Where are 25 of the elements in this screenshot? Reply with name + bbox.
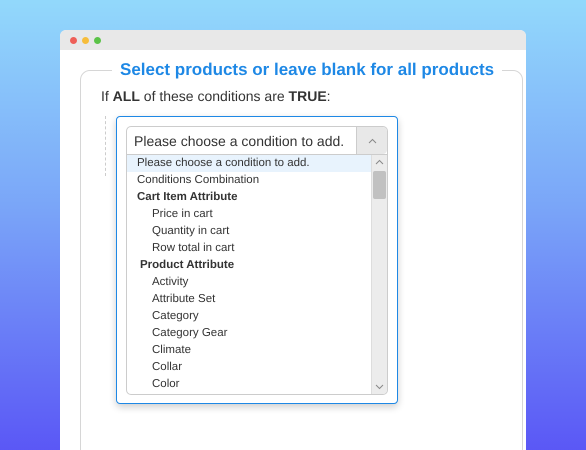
section-title: Select products or leave blank for all products [119, 60, 496, 80]
dropdown-option[interactable]: Quantity in cart [127, 223, 371, 240]
dropdown-option[interactable]: Please choose a condition to add. [127, 155, 371, 172]
option-group-label: Product Attribute [139, 258, 236, 273]
dropdown-option[interactable]: Collar [127, 359, 371, 376]
chevron-down-icon [375, 384, 384, 390]
minimize-dot-icon[interactable] [82, 36, 89, 44]
dropdown-option[interactable]: Activity [127, 274, 371, 291]
rule-text: If ALL of these conditions are TRUE: [101, 88, 332, 104]
dropdown-option[interactable]: Climate [127, 342, 371, 359]
scrollbar-thumb[interactable] [373, 171, 386, 199]
close-dot-icon[interactable] [70, 36, 77, 44]
dropdown-option[interactable]: Price in cart [127, 206, 371, 223]
option-group-label: Cart Item Attribute [136, 190, 239, 205]
scrollbar[interactable] [371, 155, 387, 394]
dropdown-option[interactable]: Category Gear [127, 325, 371, 342]
dropdown-option[interactable]: Conditions Combination [127, 172, 371, 189]
condition-select[interactable]: Please choose a condition to add. [126, 126, 388, 155]
maximize-dot-icon[interactable] [94, 36, 101, 44]
dropdown-option[interactable]: Attribute Set [127, 291, 371, 308]
dropdown-option[interactable]: Color [127, 376, 371, 393]
dropdown-option[interactable]: Row total in cart [127, 240, 371, 257]
chevron-up-icon [375, 159, 384, 165]
dropdown-option[interactable]: Category [127, 308, 371, 325]
chevron-up-icon [368, 138, 376, 144]
